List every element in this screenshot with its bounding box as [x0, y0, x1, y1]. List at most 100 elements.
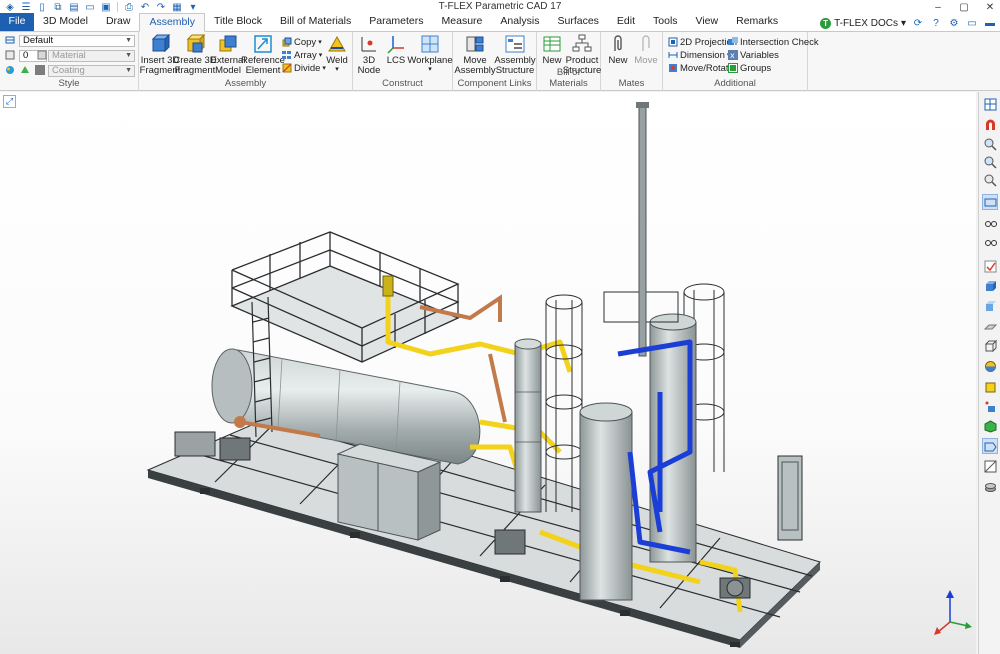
docs-menu[interactable]: T T-FLEX DOCs ▾	[820, 17, 906, 29]
tab-remarks[interactable]: Remarks	[727, 13, 787, 31]
insert-fragment-button[interactable]: Insert 3D Fragment	[140, 34, 180, 75]
tab-measure[interactable]: Measure	[433, 13, 492, 31]
3d-viewport[interactable]: ⤢	[0, 92, 976, 654]
open-folder-icon[interactable]: ▭	[84, 1, 96, 13]
group-label: Construct	[382, 78, 423, 89]
view-mode-icon[interactable]	[982, 194, 998, 210]
divide-button[interactable]: Divide ▾	[282, 62, 326, 74]
docs-label: T-FLEX DOCs	[834, 17, 898, 29]
face-icon[interactable]	[982, 438, 998, 454]
intersection-check-button[interactable]: Intersection Check	[728, 36, 819, 48]
groups-icon	[728, 63, 738, 73]
drawing-icon[interactable]: ▦	[171, 1, 183, 13]
print-icon[interactable]: ⎙	[123, 1, 135, 13]
tab-edit[interactable]: Edit	[608, 13, 644, 31]
cube-icon[interactable]	[982, 278, 998, 294]
menu-icon[interactable]: ☰	[20, 1, 32, 13]
coating-select[interactable]: Coating ▼	[48, 65, 135, 77]
pump-unit	[174, 416, 251, 461]
tab-assembly[interactable]: Assembly	[139, 13, 205, 32]
glasses-icon[interactable]	[982, 234, 998, 250]
move-rotate-button[interactable]: Move/Rotate	[668, 62, 734, 74]
new-icon[interactable]: ▯	[36, 1, 48, 13]
refresh-icon[interactable]: ⟳	[912, 18, 924, 29]
customize-icon[interactable]: ▾	[187, 1, 199, 13]
variables-label: Variables	[740, 49, 779, 61]
magnet-icon[interactable]	[982, 116, 998, 132]
workplane-button[interactable]: Workplane ▾	[407, 34, 453, 73]
window-icon[interactable]	[982, 96, 998, 112]
bom-new-button[interactable]: New	[540, 34, 564, 66]
tab-bill-of-materials[interactable]: Bill of Materials	[271, 13, 360, 31]
array-label: Array	[294, 49, 317, 61]
tab-tools[interactable]: Tools	[644, 13, 687, 31]
check-mark-icon[interactable]	[982, 258, 998, 274]
points-icon[interactable]	[982, 398, 998, 414]
cube-yellow-icon[interactable]	[982, 378, 998, 394]
redo-icon[interactable]: ↷	[155, 1, 167, 13]
minimize-button[interactable]: –	[932, 2, 944, 13]
dimension-button[interactable]: Dimension▾	[668, 49, 730, 61]
chevron-down-icon: ▼	[125, 52, 132, 59]
group-construct: 3D Node LCS Workplane ▾ Construct	[353, 32, 453, 91]
close-button[interactable]: ✕	[984, 2, 996, 13]
3d-node-button[interactable]: 3D Node	[357, 34, 381, 75]
tab-analysis[interactable]: Analysis	[491, 13, 548, 31]
tab-view[interactable]: View	[687, 13, 728, 31]
window-layout-icon[interactable]: ▭	[966, 18, 978, 29]
2d-projection-button[interactable]: 2D Projection	[668, 36, 737, 48]
projection-icon	[668, 37, 678, 47]
groups-button[interactable]: Groups	[728, 62, 771, 74]
external-model-button[interactable]: External Model	[211, 34, 245, 75]
dimension-label: Dimension	[680, 49, 725, 61]
array-button[interactable]: Array ▾	[282, 49, 322, 61]
zoom-fit-icon[interactable]	[982, 172, 998, 188]
cube-shaded-icon[interactable]	[982, 298, 998, 314]
layer-select[interactable]: Default ▼	[19, 35, 135, 47]
lcs-button[interactable]: LCS	[385, 34, 407, 66]
weld-button[interactable]: Weld ▾	[324, 34, 350, 73]
mates-new-button[interactable]: New	[607, 34, 629, 66]
copy-icon[interactable]: ⧉	[52, 1, 64, 13]
external-model-icon	[219, 35, 237, 52]
create-fragment-button[interactable]: Create 3D Fragment	[173, 34, 217, 75]
color-swatch-icon[interactable]	[35, 65, 45, 75]
zoom-icon[interactable]	[982, 136, 998, 152]
tab-parameters[interactable]: Parameters	[360, 13, 432, 31]
settings-icon[interactable]: ⚙	[948, 18, 960, 29]
title-bar: ◈ ☰ ▯ ⧉ ▤ ▭ ▣ ⎙ ↶ ↷ ▦ ▾ T-FLEX Parametri…	[0, 0, 1000, 14]
tab-surfaces[interactable]: Surfaces	[548, 13, 607, 31]
variables-button[interactable]: x Variables	[728, 49, 779, 61]
copy-button[interactable]: Copy ▾	[282, 36, 322, 48]
tab-file[interactable]: File	[0, 13, 34, 31]
box-icon[interactable]	[982, 338, 998, 354]
assembly-structure-button[interactable]: Assembly Structure	[494, 34, 536, 75]
app-menu-icon[interactable]: ◈	[4, 1, 16, 13]
tab-3d-model[interactable]: 3D Model	[34, 13, 97, 31]
ribbon-toggle-icon[interactable]: ▬	[984, 18, 996, 29]
sphere-icon[interactable]	[982, 358, 998, 374]
zoom-in-icon[interactable]	[982, 154, 998, 170]
assembly-model	[146, 102, 972, 648]
mates-new-label: New	[608, 55, 628, 66]
reference-element-button[interactable]: Reference Element	[241, 34, 285, 75]
section-icon[interactable]	[982, 458, 998, 474]
tab-title-block[interactable]: Title Block	[205, 13, 271, 31]
move-assembly-button[interactable]: Move Assembly	[454, 34, 496, 75]
group-label: Bill of Materials	[549, 67, 588, 89]
undo-icon[interactable]: ↶	[139, 1, 151, 13]
maximize-button[interactable]: ▢	[958, 2, 970, 13]
tab-draw[interactable]: Draw	[97, 13, 140, 31]
stack-icon[interactable]	[982, 478, 998, 494]
cube-green-icon[interactable]	[982, 418, 998, 434]
plane-icon[interactable]	[982, 318, 998, 334]
help-icon[interactable]: ?	[930, 18, 942, 29]
save-all-icon[interactable]: ▣	[100, 1, 112, 13]
3d-node-label: 3D Node	[357, 55, 381, 76]
eyeglasses-icon[interactable]	[982, 214, 998, 230]
window-controls: – ▢ ✕	[932, 0, 996, 14]
material-select[interactable]: Material ▼	[48, 50, 135, 62]
save-icon[interactable]: ▤	[68, 1, 80, 13]
paperclip-icon	[614, 35, 622, 51]
electrical-cabinet	[336, 443, 442, 541]
